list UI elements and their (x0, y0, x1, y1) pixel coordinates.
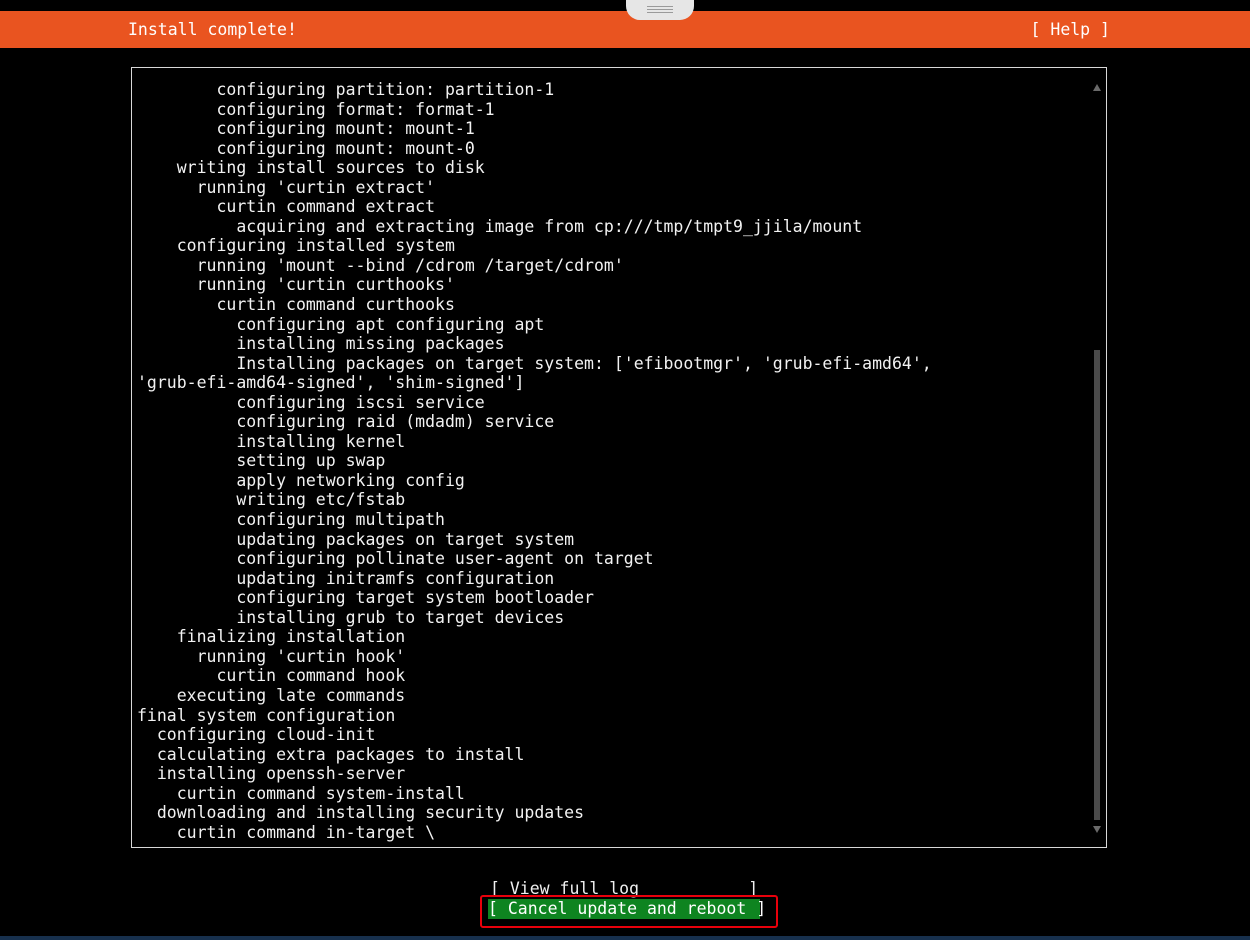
scroll-down-icon[interactable] (1093, 826, 1101, 833)
log-line: installing grub to target devices (137, 607, 565, 627)
log-line: running 'curtin hook' (137, 646, 406, 666)
log-line: configuring cloud-init (137, 725, 376, 745)
log-line: executing late commands (137, 685, 406, 705)
log-line: setting up swap (137, 451, 386, 471)
install-log-panel[interactable]: configuring partition: partition-1 confi… (131, 67, 1107, 848)
log-line: curtin command system-install (137, 783, 465, 803)
log-line: configuring target system bootloader (137, 588, 594, 608)
log-line: finalizing installation (137, 627, 406, 647)
handle-grip-line (647, 6, 673, 7)
handle-grip-line (647, 12, 673, 13)
log-line: installing kernel (137, 431, 406, 451)
help-button[interactable]: [ Help ] (1031, 20, 1110, 40)
log-line: updating initramfs configuration (137, 568, 555, 588)
log-line: configuring iscsi service (137, 392, 485, 412)
log-line: downloading and installing security upda… (137, 803, 585, 823)
log-line: apply networking config (137, 470, 465, 490)
handle-grip-line (647, 9, 673, 10)
log-line: writing install sources to disk (137, 158, 485, 178)
log-line: acquiring and extracting image from cp:/… (137, 216, 863, 236)
log-line: configuring multipath (137, 510, 445, 530)
bottom-strip (0, 936, 1250, 940)
log-lines: configuring partition: partition-1 confi… (137, 80, 1087, 842)
log-line: 'grub-efi-amd64-signed', 'shim-signed'] (137, 373, 525, 393)
window-handle[interactable] (626, 0, 694, 20)
log-line: writing etc/fstab (137, 490, 406, 510)
log-line: configuring raid (mdadm) service (137, 412, 555, 432)
scroll-thumb[interactable] (1094, 350, 1100, 820)
log-line: configuring installed system (137, 236, 455, 256)
log-line: updating packages on target system (137, 529, 575, 549)
log-line: Installing packages on target system: ['… (137, 353, 932, 373)
log-line: curtin command curthooks (137, 295, 455, 315)
scroll-up-icon[interactable] (1093, 84, 1101, 91)
log-line: curtin command extract (137, 197, 436, 217)
log-line: configuring apt configuring apt (137, 314, 545, 334)
log-line: configuring format: format-1 (137, 99, 495, 119)
log-line: running 'mount --bind /cdrom /target/cdr… (137, 255, 624, 275)
log-line: curtin command in-target \ (137, 822, 436, 842)
log-line: configuring mount: mount-1 (137, 119, 475, 139)
cancel-update-and-reboot-button[interactable]: [ Cancel update and reboot ] (488, 899, 766, 919)
view-full-log-button[interactable]: [ View full log ] (490, 879, 758, 899)
log-line: calculating extra packages to install (137, 744, 525, 764)
log-line: configuring mount: mount-0 (137, 138, 475, 158)
log-line: running 'curtin extract' (137, 177, 436, 197)
log-line: installing openssh-server (137, 764, 406, 784)
log-line: configuring pollinate user-agent on targ… (137, 549, 654, 569)
log-line: running 'curtin curthooks' (137, 275, 455, 295)
log-line: configuring partition: partition-1 (137, 80, 555, 99)
log-line: curtin command hook (137, 666, 406, 686)
log-line: installing missing packages (137, 334, 505, 354)
log-line: final system configuration (137, 705, 396, 725)
log-scrollbar[interactable] (1092, 80, 1103, 837)
page-title: Install complete! (128, 20, 297, 39)
header-bar: Install complete! [ Help ] (0, 11, 1250, 48)
